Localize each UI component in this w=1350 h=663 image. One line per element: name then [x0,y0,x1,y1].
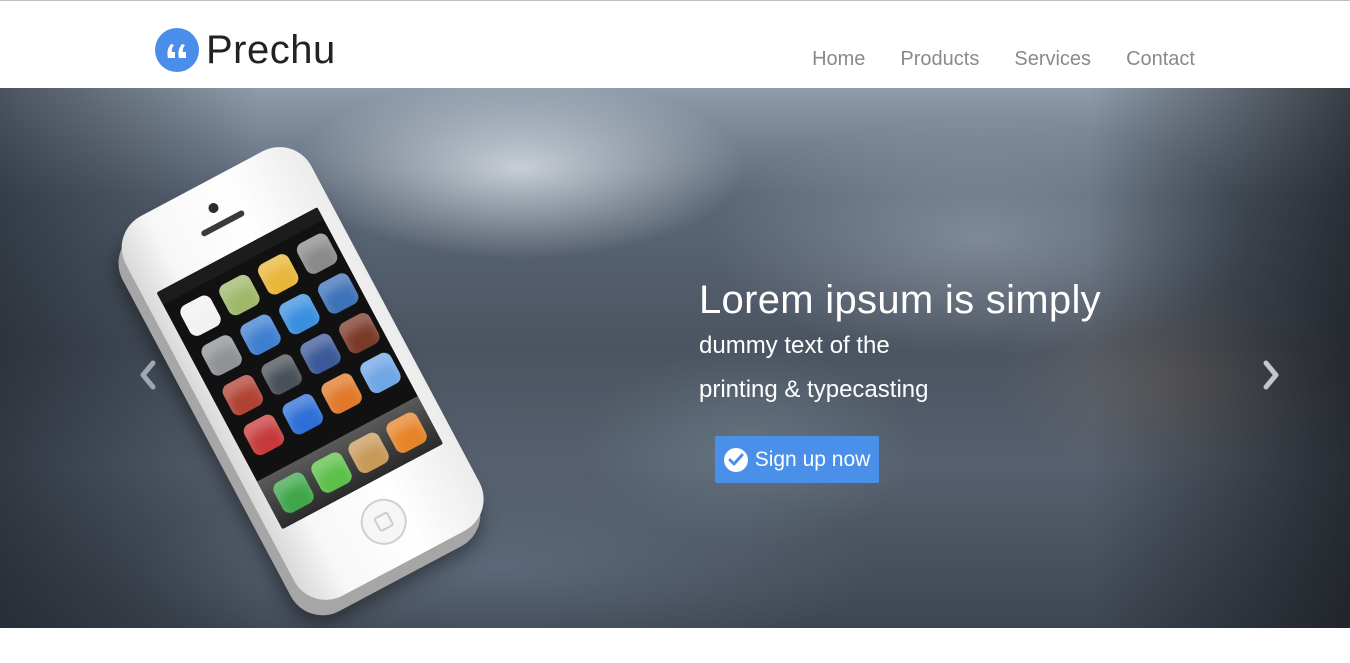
sign-up-button[interactable]: Sign up now [715,436,879,483]
app-icon [237,311,284,358]
app-icon [276,291,323,338]
hero-carousel: Lorem ipsum is simply dummy text of the … [0,88,1350,628]
app-icon [318,370,365,417]
app-icon [279,391,326,438]
app-icon [315,270,362,317]
chevron-left-icon [140,360,156,390]
nav-contact[interactable]: Contact [1126,48,1195,71]
nav-home[interactable]: Home [812,48,865,71]
phone-home-button [352,490,415,553]
logo[interactable]: Prechu [155,28,336,72]
app-icon [219,372,266,419]
app-icon [240,411,287,458]
carousel-next-button[interactable] [1259,358,1285,392]
hero-shade-right [1090,88,1350,628]
carousel-prev-button[interactable] [134,358,160,392]
main-nav: Home Products Services Contact [812,48,1195,71]
app-icon [294,230,341,277]
app-icon [308,449,355,496]
hero-subtitle-line-1: dummy text of the [699,332,890,359]
app-icon [383,409,430,456]
hero-subtitle-line-2: printing & typecasting [699,376,929,403]
phone-speaker [200,209,246,238]
app-icon [336,310,383,357]
phone-camera [206,201,221,215]
chevron-right-icon [1263,360,1279,390]
sign-up-label: Sign up now [754,447,871,471]
check-circle-icon [723,447,748,472]
hero-title: Lorem ipsum is simply [699,278,1101,322]
app-icon [345,429,392,476]
app-icon [258,351,305,398]
quote-icon [155,28,199,72]
nav-services[interactable]: Services [1014,48,1091,71]
app-icon [216,272,263,319]
app-icon [357,349,404,396]
app-icon [297,330,344,377]
site-header: Prechu Home Products Services Contact [0,1,1350,88]
app-icon [270,469,317,516]
app-icon [198,332,245,379]
brand-name: Prechu [206,28,336,72]
app-icon [255,251,302,298]
app-icon [177,292,224,339]
phone-home-square [372,510,395,533]
nav-products[interactable]: Products [900,48,979,71]
